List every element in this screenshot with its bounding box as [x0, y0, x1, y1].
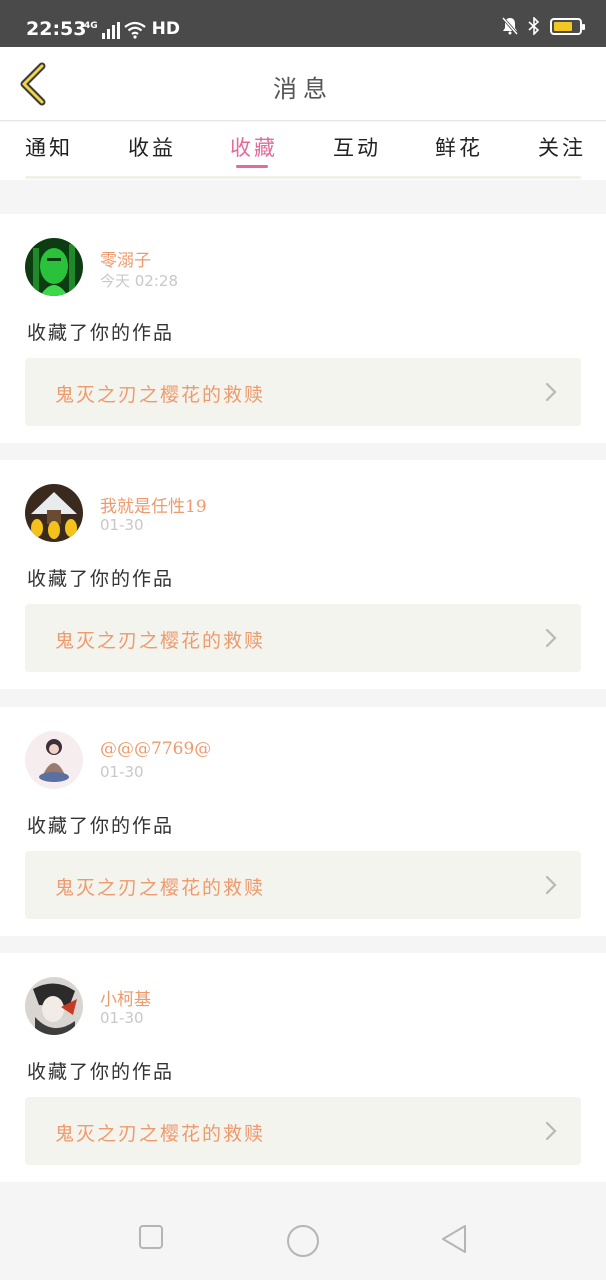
status-time: 22:53 — [26, 18, 87, 40]
avatar[interactable] — [25, 238, 83, 296]
battery-icon — [550, 17, 585, 35]
tab-favorites[interactable]: 收藏 — [230, 132, 278, 162]
message-card: 零溺子 今天 02:28 收藏了你的作品 鬼灭之刃之樱花的救赎 — [0, 214, 606, 443]
message-action: 收藏了你的作品 — [27, 1061, 175, 1083]
battery-level — [554, 21, 572, 31]
circle-icon[interactable] — [286, 1224, 320, 1258]
work-title: 鬼灭之刃之樱花的救赎 — [55, 877, 266, 899]
app-header: 消息 — [0, 47, 606, 121]
username[interactable]: 小柯基 — [100, 985, 151, 1010]
work-link[interactable]: 鬼灭之刃之樱花的救赎 — [25, 851, 581, 919]
username[interactable]: 我就是任性19 — [100, 492, 207, 517]
avatar[interactable] — [25, 977, 83, 1035]
status-icons-right — [502, 17, 585, 35]
tab-earnings[interactable]: 收益 — [128, 132, 176, 162]
work-title: 鬼灭之刃之樱花的救赎 — [55, 1123, 266, 1145]
avatar[interactable] — [25, 484, 83, 542]
message-action: 收藏了你的作品 — [27, 815, 175, 837]
active-tab-indicator — [236, 165, 268, 168]
message-card: 小柯基 01-30 收藏了你的作品 鬼灭之刃之樱花的救赎 — [0, 953, 606, 1182]
status-bar: 22:53 4G HD — [0, 0, 606, 47]
work-link[interactable]: 鬼灭之刃之樱花的救赎 — [25, 358, 581, 426]
bluetooth-icon — [528, 17, 540, 35]
message-time: 01-30 — [100, 1009, 144, 1027]
chevron-right-icon — [545, 875, 557, 895]
bell-muted-icon — [502, 17, 518, 35]
network-type: 4G — [84, 21, 98, 31]
square-icon[interactable] — [138, 1224, 164, 1250]
work-title: 鬼灭之刃之樱花的救赎 — [55, 384, 266, 406]
work-link[interactable]: 鬼灭之刃之樱花的救赎 — [25, 604, 581, 672]
username[interactable]: 零溺子 — [100, 246, 151, 271]
message-card: @@@7769@ 01-30 收藏了你的作品 鬼灭之刃之樱花的救赎 — [0, 707, 606, 936]
avatar[interactable] — [25, 731, 83, 789]
tab-flowers[interactable]: 鲜花 — [435, 132, 483, 162]
work-link[interactable]: 鬼灭之刃之樱花的救赎 — [25, 1097, 581, 1165]
system-navigation-bar — [0, 1198, 606, 1280]
network-indicator: 4G HD — [84, 19, 180, 39]
work-title: 鬼灭之刃之樱花的救赎 — [55, 630, 266, 652]
tab-interactions[interactable]: 互动 — [333, 132, 381, 162]
tab-follows[interactable]: 关注 — [538, 132, 586, 162]
hd-indicator: HD — [151, 19, 180, 39]
chevron-right-icon — [545, 628, 557, 648]
tab-bar: 通知 收益 收藏 互动 鲜花 关注 — [0, 122, 606, 180]
username[interactable]: @@@7769@ — [100, 739, 211, 759]
wifi-icon — [123, 21, 146, 39]
page-title: 消息 — [273, 75, 333, 103]
message-time: 01-30 — [100, 516, 144, 534]
tab-notifications[interactable]: 通知 — [25, 132, 73, 162]
message-time: 01-30 — [100, 763, 144, 781]
chevron-right-icon — [545, 1121, 557, 1141]
message-action: 收藏了你的作品 — [27, 568, 175, 590]
message-action: 收藏了你的作品 — [27, 322, 175, 344]
signal-icon — [101, 22, 120, 39]
message-time: 今天 02:28 — [100, 272, 178, 290]
tab-divider — [25, 176, 581, 179]
triangle-back-icon[interactable] — [440, 1224, 468, 1254]
chevron-right-icon — [545, 382, 557, 402]
message-card: 我就是任性19 01-30 收藏了你的作品 鬼灭之刃之樱花的救赎 — [0, 460, 606, 689]
